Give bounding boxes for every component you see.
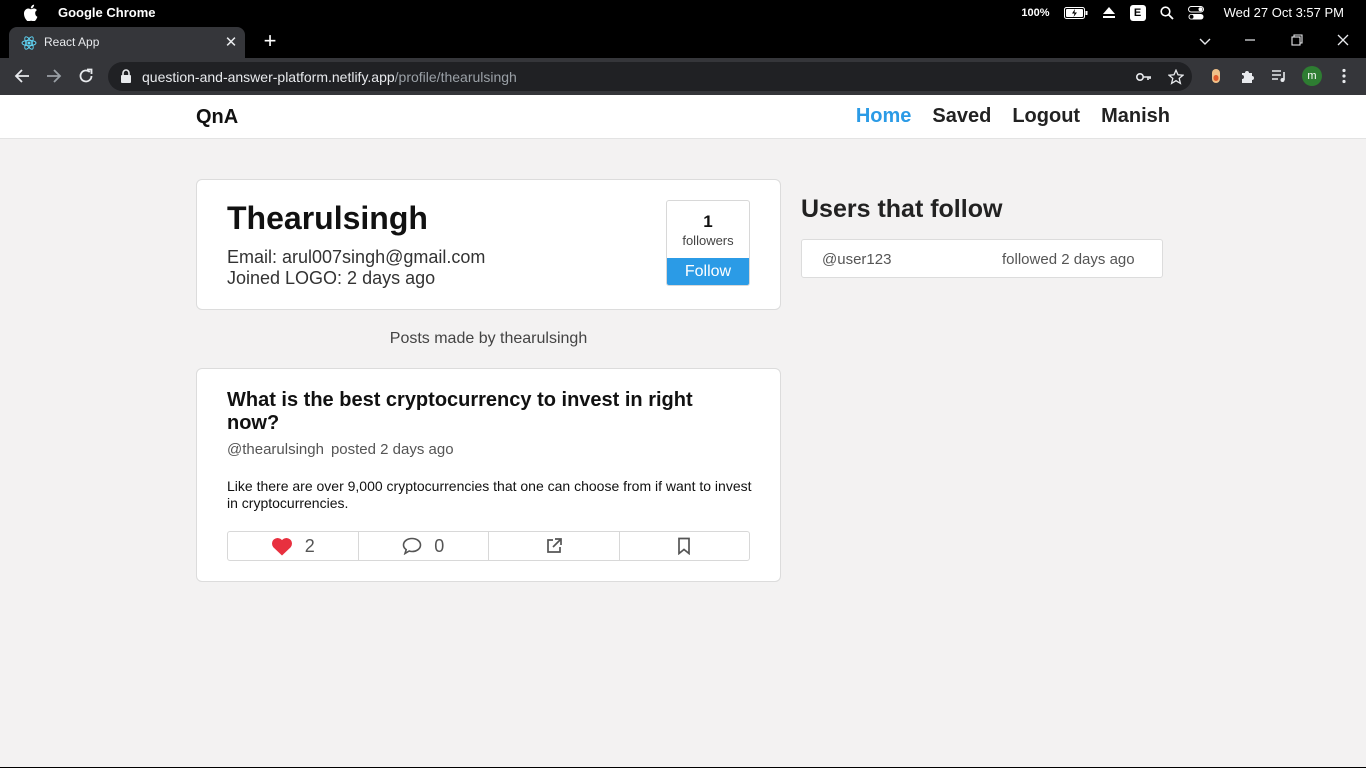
- status-area: 100% E Wed 27 Oct 3:57 PM: [1021, 0, 1344, 25]
- nav-saved-link[interactable]: Saved: [932, 105, 991, 128]
- battery-icon[interactable]: [1063, 6, 1088, 19]
- browser-toolbar: question-and-answer-platform.netlify.app…: [0, 58, 1366, 95]
- post-title[interactable]: What is the best cryptocurrency to inves…: [227, 389, 727, 435]
- follower-username[interactable]: @user123: [822, 251, 891, 268]
- nav-user-link[interactable]: Manish: [1101, 105, 1170, 128]
- comment-button[interactable]: 0: [359, 532, 489, 560]
- close-window-icon[interactable]: [1331, 29, 1355, 53]
- clock[interactable]: Wed 27 Oct 3:57 PM: [1224, 5, 1344, 20]
- follower-list-item[interactable]: @user123 followed 2 days ago: [801, 239, 1163, 278]
- like-button[interactable]: 2: [228, 532, 359, 560]
- url-host: question-and-answer-platform.netlify.app: [142, 69, 395, 85]
- site-navbar: QnA Home Saved Logout Manish: [0, 95, 1366, 139]
- profile-card: Thearulsingh Email: arul007singh@gmail.c…: [196, 179, 781, 310]
- posts-heading: Posts made by thearulsingh: [389, 330, 588, 347]
- follow-button[interactable]: Follow: [667, 258, 749, 285]
- share-icon: [546, 538, 562, 553]
- profile-email: Email: arul007singh@gmail.com: [227, 247, 486, 267]
- nav-logout-link[interactable]: Logout: [1012, 105, 1080, 128]
- active-app-name[interactable]: Google Chrome: [58, 5, 156, 20]
- battery-percent: 100%: [1021, 6, 1050, 19]
- url-text[interactable]: question-and-answer-platform.netlify.app…: [142, 69, 517, 85]
- profile-avatar[interactable]: m: [1300, 64, 1324, 88]
- chrome-menu-icon[interactable]: [1332, 64, 1356, 88]
- share-button[interactable]: [489, 532, 620, 560]
- minimize-icon[interactable]: [1238, 29, 1262, 53]
- nav-home-link[interactable]: Home: [856, 105, 912, 128]
- heart-icon: [271, 537, 292, 555]
- followers-count: 1: [703, 212, 713, 231]
- control-center-icon[interactable]: [1187, 5, 1204, 20]
- os-menubar: Google Chrome 100% E Wed 27 Oct 3:57 PM: [0, 0, 1366, 25]
- bookmark-button[interactable]: [620, 532, 750, 560]
- address-bar[interactable]: question-and-answer-platform.netlify.app…: [108, 62, 1192, 91]
- restore-icon[interactable]: [1285, 29, 1309, 53]
- nav-links: Home Saved Logout Manish: [856, 105, 1170, 128]
- bookmark-star-icon[interactable]: [1166, 67, 1186, 87]
- post-meta: @thearulsingh posted 2 days ago: [227, 441, 454, 458]
- comment-count: 0: [434, 535, 445, 556]
- followers-heading: Users that follow: [801, 195, 1003, 223]
- follow-box: 1 followers Follow: [666, 200, 750, 286]
- url-path: /profile/thearulsingh: [394, 69, 517, 85]
- brand-logo[interactable]: QnA: [196, 106, 238, 129]
- new-tab-icon[interactable]: +: [258, 30, 282, 54]
- tab-close-icon[interactable]: ✕: [223, 35, 239, 51]
- profile-joined: Joined LOGO: 2 days ago: [227, 268, 436, 288]
- browser-tab[interactable]: React App ✕: [9, 27, 245, 58]
- react-favicon-icon: [21, 36, 37, 50]
- key-icon[interactable]: [1134, 67, 1154, 87]
- follower-time: followed 2 days ago: [1002, 251, 1135, 268]
- spotlight-search-icon[interactable]: [1159, 5, 1174, 20]
- tab-search-chevron-icon[interactable]: [1193, 29, 1217, 53]
- post-author-link[interactable]: @thearulsingh: [227, 441, 324, 458]
- apple-logo-icon[interactable]: [22, 4, 38, 21]
- followers-label: followers: [682, 233, 734, 248]
- forward-icon[interactable]: [42, 64, 66, 88]
- post-card: What is the best cryptocurrency to inves…: [196, 368, 781, 582]
- comment-icon: [402, 537, 422, 555]
- post-action-bar: 2 0: [227, 531, 750, 561]
- input-source-badge[interactable]: E: [1129, 4, 1146, 21]
- lock-icon[interactable]: [119, 69, 133, 84]
- post-body: Like there are over 9,000 cryptocurrenci…: [227, 478, 752, 511]
- eject-icon[interactable]: [1102, 6, 1116, 19]
- media-queue-icon[interactable]: [1267, 64, 1291, 88]
- profile-name: Thearulsingh: [227, 200, 428, 236]
- profile-initial: m: [1302, 66, 1322, 86]
- back-icon[interactable]: [10, 64, 34, 88]
- reload-icon[interactable]: [74, 64, 98, 88]
- like-count: 2: [304, 535, 315, 556]
- tab-title: React App: [44, 35, 100, 49]
- bookmark-icon: [678, 537, 691, 555]
- post-time: posted 2 days ago: [330, 441, 454, 458]
- extension-icon[interactable]: [1204, 64, 1228, 88]
- profile-meta: Email: arul007singh@gmail.com Joined LOG…: [227, 247, 485, 289]
- page-viewport: QnA Home Saved Logout Manish Thearulsing…: [0, 95, 1366, 767]
- extensions-puzzle-icon[interactable]: [1236, 64, 1260, 88]
- tab-strip: React App ✕ +: [0, 25, 1366, 58]
